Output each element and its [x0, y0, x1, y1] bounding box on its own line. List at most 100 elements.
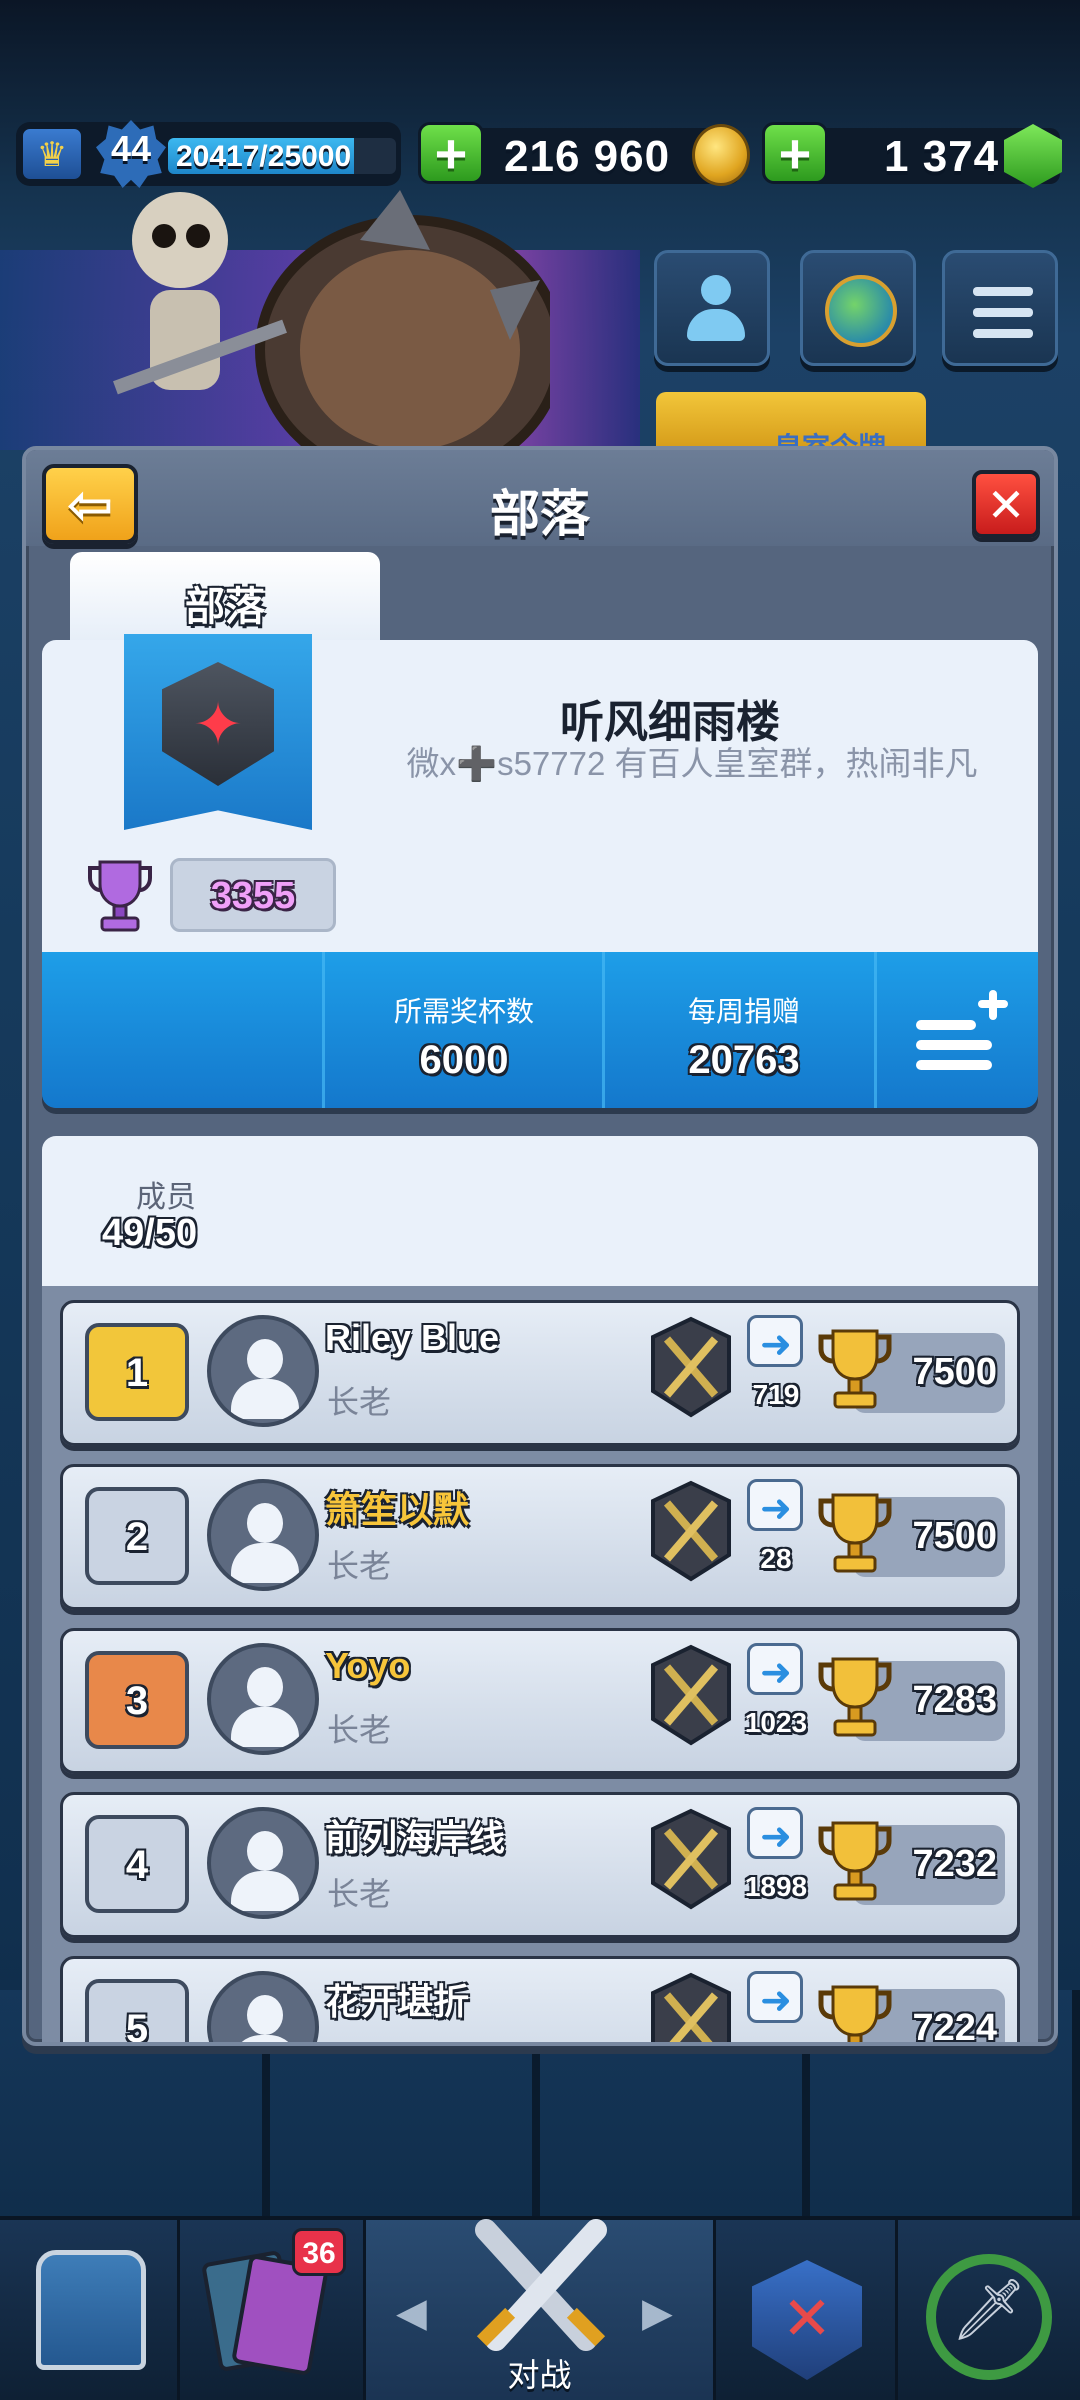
members-count: 49/50	[102, 1212, 198, 1254]
menu-icon	[973, 287, 1033, 350]
stat-divider	[322, 952, 325, 1108]
knight-shield-icon	[651, 1808, 731, 1910]
panel-title: 部落	[490, 486, 590, 542]
nav-left-arrow-icon[interactable]: ◀	[396, 2290, 427, 2336]
member-avatar	[207, 1315, 319, 1427]
clan-icon	[752, 2260, 862, 2380]
nav-clan[interactable]	[716, 2220, 898, 2400]
member-row[interactable]: 4 前列海岸线 长老 1898 7232	[60, 1792, 1020, 1938]
member-name: 箫笙以默	[325, 1489, 470, 1530]
members-label: 成员	[136, 1181, 196, 1214]
donation-icon	[747, 1315, 803, 1367]
crossed-swords-silver-icon	[651, 1480, 731, 1582]
member-rank-badge: 4	[85, 1815, 189, 1913]
weekly-donations-label: 每周捐赠	[687, 996, 800, 1027]
trophy-icon	[818, 1493, 892, 1573]
bottom-navigation: 36 ◀ ▶ 对战	[0, 2216, 1080, 2400]
cards-badge-count: 36	[302, 2237, 336, 2270]
member-role: 长老	[327, 1384, 392, 1420]
member-role: 长老	[327, 1876, 392, 1912]
knight-shield-icon	[651, 1972, 731, 2042]
clan-trophy-icon	[88, 860, 152, 932]
top-resource-bar: 44 20417/25000 216 960 1 374	[0, 118, 1080, 190]
hammer-shield-icon	[651, 1644, 731, 1746]
royale-tv-button[interactable]	[800, 250, 916, 366]
king-crown-icon[interactable]	[20, 126, 84, 182]
royal-pass-tag[interactable]: 皇室令牌	[656, 392, 926, 463]
required-trophies-label: 所需奖杯数	[393, 996, 534, 1027]
clan-options-button[interactable]	[916, 990, 1008, 1070]
member-avatar	[207, 1807, 319, 1919]
member-row[interactable]: 2 箫笙以默 长老 28 7500	[60, 1464, 1020, 1610]
member-rank: 2	[125, 1515, 149, 1559]
member-name: Yoyo	[325, 1645, 411, 1686]
member-row[interactable]: 5 花开堪折 7224	[60, 1956, 1020, 2046]
buy-gold-button[interactable]	[418, 121, 484, 186]
member-donations: 28	[760, 1543, 792, 1574]
crossed-swords-gold-icon	[651, 1316, 731, 1418]
donation-icon	[747, 1807, 803, 1859]
friends-button[interactable]	[654, 250, 770, 366]
member-rank: 1	[125, 1351, 149, 1395]
nav-right-arrow-icon[interactable]: ▶	[642, 2290, 673, 2336]
member-role: 长老	[327, 1712, 392, 1748]
member-rank: 5	[125, 2007, 149, 2046]
battle-swords-icon	[475, 2219, 607, 2351]
nav-shop[interactable]	[0, 2220, 180, 2400]
member-name: 前列海岸线	[325, 1817, 506, 1858]
donation-icon	[747, 1643, 803, 1695]
member-donations: 1023	[744, 1707, 808, 1738]
battle-label: 对战	[507, 2357, 572, 2393]
buy-gems-button[interactable]	[762, 121, 828, 186]
member-avatar	[207, 1971, 319, 2042]
member-role: 长老	[327, 1548, 392, 1584]
clan-trophy-count: 3355	[170, 858, 336, 932]
member-row[interactable]: 3 Yoyo 长老 1023 7283	[60, 1628, 1020, 1774]
member-donations: 719	[752, 1379, 800, 1410]
member-rank: 4	[125, 1843, 149, 1887]
friends-icon	[683, 275, 747, 345]
donation-icon	[747, 1971, 803, 2023]
member-donations: 1898	[744, 1871, 808, 1902]
main-menu-button[interactable]	[942, 250, 1058, 366]
member-avatar	[207, 1643, 319, 1755]
members-header: 成员 49/50	[42, 1136, 1038, 1286]
close-button[interactable]	[972, 470, 1040, 538]
nav-battle[interactable]: ◀ ▶ 对战	[366, 2219, 716, 2400]
stat-divider	[602, 952, 605, 1108]
trophy-icon	[818, 1821, 892, 1901]
weekly-donations-value: 20763	[688, 1038, 800, 1082]
tab-clan-label: 部落	[185, 585, 265, 629]
gems-amount: 1 374	[884, 132, 1000, 181]
required-trophies-value: 6000	[419, 1038, 509, 1082]
trophy-icon	[818, 1985, 892, 2042]
members-list[interactable]: 1 Riley Blue 长老 719 7500	[42, 1286, 1038, 2046]
member-rank-badge: 2	[85, 1487, 189, 1585]
royale-globe-icon	[825, 275, 897, 347]
clan-info-card: 3355 听风细雨楼 微x➕s57772 有百人皇室群，热闹非凡	[42, 634, 1038, 952]
clan-panel: 部落 部落 3355 听风细雨楼 微x➕s57772 有百人皇室群，热闹非凡 所…	[22, 446, 1058, 2046]
trophy-icon	[818, 1657, 892, 1737]
skeleton-barrel-art	[113, 190, 550, 460]
member-rank-badge: 1	[85, 1323, 189, 1421]
clan-stats-bar: 所需奖杯数 6000 每周捐赠 20763	[42, 952, 1038, 1108]
trophy-icon	[818, 1329, 892, 1409]
member-rank: 3	[125, 1679, 149, 1723]
member-name: 花开堪折	[325, 1981, 470, 2022]
events-icon	[926, 2254, 1052, 2380]
member-avatar	[207, 1479, 319, 1591]
nav-events[interactable]	[898, 2220, 1080, 2400]
shop-chest-icon	[36, 2250, 146, 2370]
clan-description: 微x➕s57772 有百人皇室群，热闹非凡	[406, 745, 978, 782]
tab-clan[interactable]: 部落	[70, 552, 380, 642]
cards-badge: 36	[292, 2228, 346, 2276]
member-row[interactable]: 1 Riley Blue 长老 719 7500	[60, 1300, 1020, 1446]
member-rank-badge: 5	[85, 1979, 189, 2046]
gold-coin-icon	[692, 124, 750, 186]
member-name: Riley Blue	[325, 1317, 500, 1358]
donation-icon	[747, 1479, 803, 1531]
gold-amount: 216 960	[504, 132, 671, 181]
stat-divider	[874, 952, 877, 1108]
king-level: 44	[110, 128, 152, 169]
clan-trophies: 3355	[210, 875, 296, 917]
